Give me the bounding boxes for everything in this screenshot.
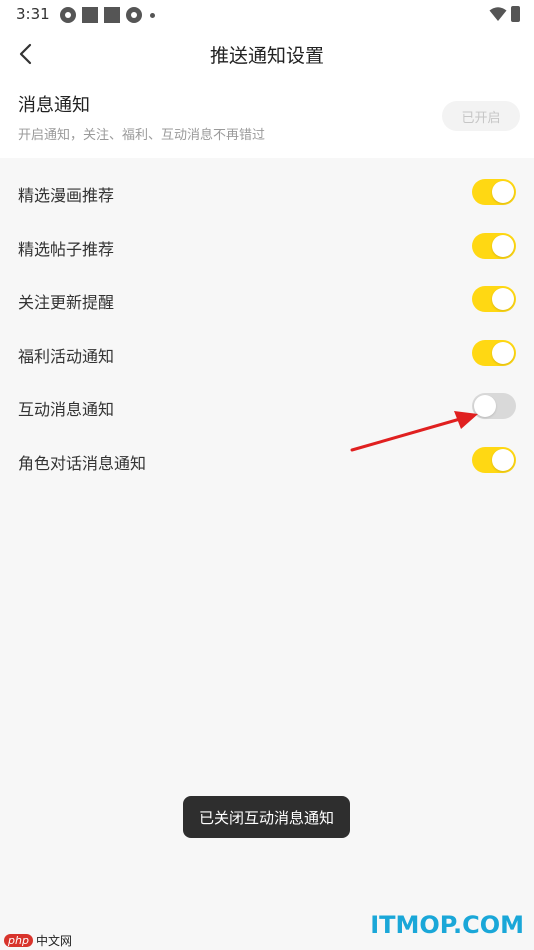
setting-label: 精选漫画推荐 xyxy=(18,186,115,205)
system-icons xyxy=(489,6,520,22)
toggle-switch[interactable] xyxy=(472,232,516,259)
setting-label: 关注更新提醒 xyxy=(18,293,115,312)
toggle-switch[interactable] xyxy=(472,179,516,205)
toggle-knob xyxy=(492,288,514,310)
master-description: 开启通知，关注、福利、互动消息不再错过 xyxy=(18,128,266,143)
wifi-icon xyxy=(489,7,507,21)
toggle-knob xyxy=(492,448,514,471)
php-logo: php xyxy=(4,934,33,947)
status-bar: 3:31 xyxy=(0,0,534,30)
toggle-knob xyxy=(492,341,514,364)
setting-row: 精选帖子推荐 xyxy=(0,220,534,274)
setting-row: 精选漫画推荐 xyxy=(0,166,534,220)
setting-label: 互动消息通知 xyxy=(18,400,115,419)
square-notification-icon xyxy=(82,7,98,23)
setting-label: 福利活动通知 xyxy=(18,346,115,366)
toggle-switch[interactable] xyxy=(472,286,516,312)
app-notification-icon xyxy=(126,7,142,23)
header: 推送通知设置 xyxy=(0,30,534,80)
page-title: 推送通知设置 xyxy=(209,45,324,67)
setting-label: 角色对话消息通知 xyxy=(18,453,147,473)
watermark-left-text: 中文网 xyxy=(35,934,72,948)
master-title: 消息通知 xyxy=(18,95,90,116)
toggle-knob xyxy=(492,181,514,203)
setting-row: 关注更新提醒 xyxy=(0,273,534,327)
toast-message: 已关闭互动消息通知 xyxy=(183,796,350,838)
watermark-left: php 中文网 xyxy=(4,932,72,949)
setting-row: 福利活动通知 xyxy=(0,327,534,381)
toggle-switch[interactable] xyxy=(472,339,516,366)
app-notification-icon xyxy=(60,7,76,23)
square-notification-icon xyxy=(104,7,120,23)
watermark-right: ITMOP.COM xyxy=(370,911,524,939)
more-notifications-dot-icon xyxy=(150,12,155,18)
toggle-knob xyxy=(492,234,514,257)
annotation-arrow-icon xyxy=(350,411,478,452)
enabled-status-button[interactable]: 已开启 xyxy=(442,101,520,131)
status-time: 3:31 xyxy=(16,5,50,23)
master-notification-section: 消息通知 开启通知，关注、福利、互动消息不再错过 已开启 xyxy=(0,80,534,158)
battery-icon xyxy=(511,6,520,22)
setting-label: 精选帖子推荐 xyxy=(18,239,115,259)
notification-icons xyxy=(60,7,155,23)
